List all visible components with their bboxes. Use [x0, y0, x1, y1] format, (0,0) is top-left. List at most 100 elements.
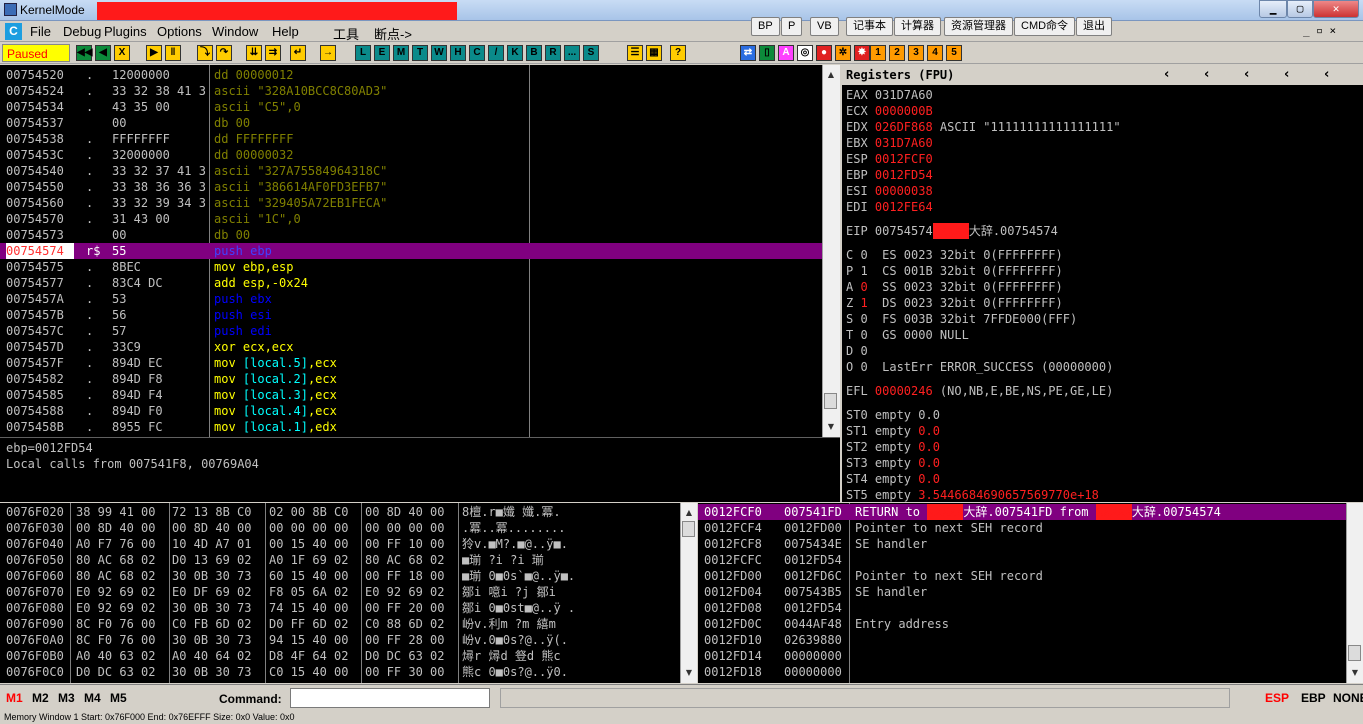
fpu-row[interactable]: ST5 empty 3.5446684690657569770e+18 [846, 487, 1099, 503]
toolbar-callstack-button[interactable]: K [507, 45, 523, 61]
register-value[interactable]: 0012FE64 [875, 200, 933, 214]
fpu-value[interactable]: 0.0 [918, 456, 940, 470]
flag-row[interactable]: D 0 [846, 343, 868, 359]
register-value[interactable]: 00754574 [875, 224, 933, 238]
pause-icon[interactable]: ‖ [165, 45, 181, 61]
disasm-row[interactable]: 00754550. 33 38 36 36 3 ascii "386614AF0FD… [0, 179, 822, 195]
stack-row[interactable]: 0012FCF0 007541FD RETURN to XXXXX大辞.007541… [698, 504, 1346, 520]
dump-row[interactable]: 0076F040 A0 F7 76 00 10 4D A7 01 00 15 40 0… [0, 536, 680, 552]
disassembly-pane[interactable]: 00754520. 12000000 dd 00000012 00754524. 33 … [0, 65, 840, 437]
stack-row[interactable]: 0012FD18 00000000 [698, 664, 1346, 680]
register-value[interactable]: 0012FCF0 [875, 152, 933, 166]
register-value[interactable]: 00000038 [875, 184, 933, 198]
toolbar-cpu-button[interactable]: C [469, 45, 485, 61]
disasm-row[interactable]: 00754588. 894D F0 mov [local.4],ecx [0, 403, 822, 419]
close-program-icon[interactable]: X [114, 45, 130, 61]
step-into-icon[interactable]: ⤵ [197, 45, 213, 61]
menu-view[interactable]: Debug [63, 24, 101, 39]
fpu-row[interactable]: ST3 empty 0.0 [846, 455, 940, 471]
chevron-left-icon[interactable]: ‹ [1324, 65, 1329, 85]
flag-value[interactable]: 0 [860, 344, 867, 358]
scroll-down-icon[interactable]: ▼ [823, 419, 839, 435]
disasm-row[interactable]: 00754520. 12000000 dd 00000012 [0, 67, 822, 83]
register-value[interactable]: 026DF868 [875, 120, 933, 134]
dump-row[interactable]: 0076F060 80 AC 68 02 30 0B 30 73 60 15 40 0… [0, 568, 680, 584]
help-icon[interactable]: ? [670, 45, 686, 61]
disasm-row[interactable]: 00754570. 31 43 00 ascii "1C",0 [0, 211, 822, 227]
gear-icon[interactable]: ✲ [835, 45, 851, 61]
scroll-thumb[interactable] [682, 521, 695, 537]
fpu-value[interactable]: 0.0 [918, 440, 940, 454]
memory-dump-pane[interactable]: 0076F020 38 99 41 00 72 13 8B C0 02 00 8B C… [0, 503, 697, 683]
scroll-up-icon[interactable]: ▲ [823, 67, 839, 83]
disasm-row[interactable]: 0075457A. 53 push ebx [0, 291, 822, 307]
stack-pane[interactable]: 0012FCF0 007541FD RETURN to XXXXX大辞.007541… [698, 503, 1363, 683]
flag-value[interactable]: 0 [860, 280, 867, 294]
target-icon[interactable]: ◎ [797, 45, 813, 61]
flag-row[interactable]: T 0 GS 0000 NULL [846, 327, 969, 343]
reg-tab-esp[interactable]: ESP [1265, 691, 1289, 705]
register-value[interactable]: 00000246 [875, 384, 933, 398]
disasm-row[interactable]: 00754575. 8BEC mov ebp,esp [0, 259, 822, 275]
register-row[interactable]: ECX 0000000B [846, 103, 933, 119]
menu-plugins[interactable]: Options [157, 24, 202, 39]
stack-row[interactable]: 0012FD14 00000000 [698, 648, 1346, 664]
dump-row[interactable]: 0076F0A0 8C F0 76 00 30 0B 30 73 94 15 40 0… [0, 632, 680, 648]
mem-tab-m2[interactable]: M2 [32, 691, 49, 705]
menu-options[interactable]: Window [212, 24, 258, 39]
explorer-button[interactable]: 资源管理器 [944, 17, 1013, 36]
flag-value[interactable]: 0 [860, 248, 867, 262]
mem-tab-m1[interactable]: M1 [6, 691, 23, 705]
toolbar-handles-button[interactable]: H [450, 45, 466, 61]
disasm-row[interactable]: 00754560. 33 32 39 34 3 ascii "329405A72EB… [0, 195, 822, 211]
stack-row[interactable]: 0012FD0C 0044AF48 Entry address [698, 616, 1346, 632]
register-row[interactable]: EDX 026DF868 ASCII "11111111111111111" [846, 119, 1121, 135]
slot-1-button[interactable]: 1 [870, 45, 886, 61]
bug-icon[interactable]: ✸ [854, 45, 870, 61]
toolbar-references-button[interactable]: R [545, 45, 561, 61]
disasm-row[interactable]: 00754585. 894D F4 mov [local.3],ecx [0, 387, 822, 403]
cmd-button[interactable]: CMD命令 [1014, 17, 1076, 36]
slot-2-button[interactable]: 2 [889, 45, 905, 61]
flag-row[interactable]: Z 1 DS 0023 32bit 0(FFFFFFFF) [846, 295, 1063, 311]
dump-scrollbar[interactable]: ▲ ▼ [680, 503, 697, 683]
menu-file[interactable]: File [30, 24, 51, 39]
flag-value[interactable]: 0 [860, 312, 867, 326]
stack-scrollbar[interactable]: ▼ [1346, 503, 1363, 683]
disasm-row[interactable]: 0075457C. 57 push edi [0, 323, 822, 339]
bp-button[interactable]: BP [751, 17, 780, 36]
register-value[interactable]: 0012FD54 [875, 168, 933, 182]
disasm-row[interactable]: 0075458B. 8955 FC mov [local.1],edx [0, 419, 822, 435]
mem-tab-m3[interactable]: M3 [58, 691, 75, 705]
disasm-row[interactable]: 0075453C. 32000000 dd 00000032 [0, 147, 822, 163]
flag-row[interactable]: S 0 FS 003B 32bit 7FFDE000(FFF) [846, 311, 1077, 327]
toolbar-runtrace-button[interactable]: ... [564, 45, 580, 61]
dump-row[interactable]: 0076F030 00 8D 40 00 00 8D 40 00 00 00 00 0… [0, 520, 680, 536]
register-value[interactable]: 0000000B [875, 104, 933, 118]
register-row[interactable]: EBX 031D7A60 [846, 135, 933, 151]
execute-till-return-icon[interactable]: ↵ [290, 45, 306, 61]
grid-icon[interactable]: ▦ [646, 45, 662, 61]
fpu-row[interactable]: ST4 empty 0.0 [846, 471, 940, 487]
dump-row[interactable]: 0076F090 8C F0 76 00 C0 FB 6D 02 D0 FF 6D 0… [0, 616, 680, 632]
minimize-button[interactable]: ▁ [1259, 0, 1287, 18]
flag-value[interactable]: 1 [860, 264, 867, 278]
toolbar-patches-button[interactable]: / [488, 45, 504, 61]
exit-button[interactable]: 退出 [1076, 17, 1112, 36]
chevron-left-icon[interactable]: ‹ [1164, 65, 1169, 85]
toolbar-memory-button[interactable]: M [393, 45, 409, 61]
disasm-row[interactable]: 00754537 00 db 00 [0, 115, 822, 131]
disasm-row[interactable]: 00754582. 894D F8 mov [local.2],ecx [0, 371, 822, 387]
toolbar-windows-button[interactable]: W [431, 45, 447, 61]
menu-window[interactable]: Help [272, 24, 299, 39]
menu-debug[interactable]: Plugins [104, 24, 147, 39]
disasm-row[interactable]: 0075457F. 894D EC mov [local.5],ecx [0, 355, 822, 371]
flag-value[interactable]: 0 [860, 328, 867, 342]
slot-4-button[interactable]: 4 [927, 45, 943, 61]
fpu-row[interactable]: ST2 empty 0.0 [846, 439, 940, 455]
stack-row[interactable]: 0012FD00 0012FD6C Pointer to next SEH reco… [698, 568, 1346, 584]
trace-into-icon[interactable]: ⇊ [246, 45, 262, 61]
fpu-value[interactable]: 0.0 [918, 472, 940, 486]
chevron-left-icon[interactable]: ‹ [1244, 65, 1249, 85]
chevron-left-icon[interactable]: ‹ [1284, 65, 1289, 85]
